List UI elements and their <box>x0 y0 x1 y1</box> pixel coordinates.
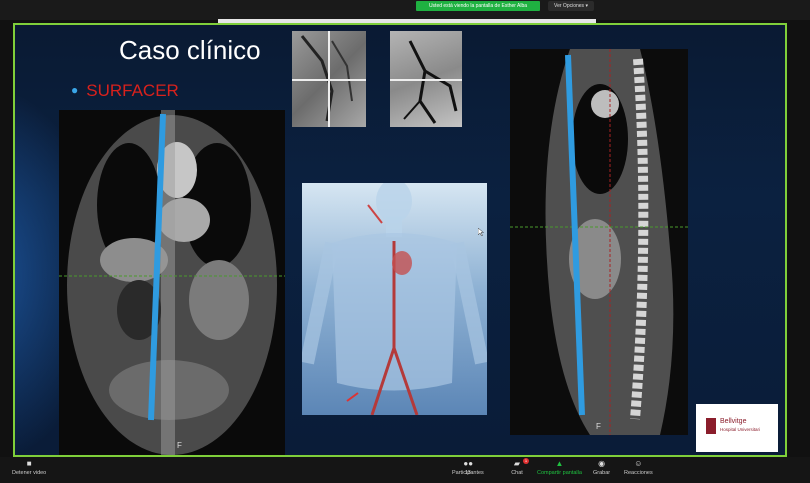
meeting-toolbar: ■ Detener video ●● 13 Participantes ▰ 1 … <box>0 457 810 483</box>
chat-icon: ▰ <box>513 459 521 468</box>
record-button[interactable]: ◉ Grabar <box>593 459 611 477</box>
shared-slide: Caso clínico ● SURFACER F F Bellvitge Ho… <box>13 23 787 457</box>
record-icon: ◉ <box>598 459 606 468</box>
participants-button[interactable]: ●● 13 Participantes <box>452 459 484 477</box>
bullet-dot-icon: ● <box>71 83 79 97</box>
angiography-image-right <box>390 31 462 127</box>
vascular-anatomy-illustration <box>302 183 487 415</box>
share-status-banner: Usted está viendo la pantalla de Esther … <box>416 1 540 11</box>
view-options-button[interactable]: Ver Opciones ▾ <box>548 1 594 11</box>
share-screen-label: Compartir pantalla <box>537 470 582 476</box>
chat-label: Chat <box>511 470 523 476</box>
hospital-logo-text: Bellvitge Hospital Universitari <box>720 418 760 434</box>
reactions-button[interactable]: ☺ Reacciones <box>624 459 653 477</box>
stop-video-button[interactable]: ■ Detener video <box>12 459 47 477</box>
reactions-label: Reacciones <box>624 470 653 476</box>
logo-line-2: Hospital Universitari <box>720 427 761 432</box>
coronal-marker: F <box>177 441 182 450</box>
ct-sagittal-image: F <box>510 49 688 435</box>
mouse-cursor-icon <box>478 228 484 236</box>
record-label: Grabar <box>593 470 611 476</box>
angiography-image-left <box>292 31 366 127</box>
share-screen-icon: ▲ <box>555 459 564 468</box>
slide-bullet: ● SURFACER <box>71 81 179 101</box>
ct-sagittal-drawing: F <box>510 49 688 435</box>
slide-title: Caso clínico <box>119 35 261 65</box>
video-camera-icon: ■ <box>26 459 32 468</box>
ct-coronal-image: F <box>59 110 285 455</box>
reactions-icon: ☺ <box>634 459 643 468</box>
view-options-label: Ver Opciones <box>554 3 585 9</box>
angio-left-drawing <box>292 31 366 127</box>
angio-right-drawing <box>390 40 462 124</box>
bullet-text: SURFACER <box>86 81 179 100</box>
top-bar: Usted está viendo la pantalla de Esther … <box>0 0 810 20</box>
anatomy-drawing <box>302 183 487 415</box>
sagittal-marker: F <box>596 422 601 431</box>
hospital-logo: Bellvitge Hospital Universitari <box>696 404 778 452</box>
share-screen-button[interactable]: ▲ Compartir pantalla <box>537 459 582 477</box>
chat-badge: 1 <box>523 458 529 464</box>
chat-button[interactable]: ▰ 1 Chat <box>509 458 529 476</box>
participants-label: Participantes <box>452 470 484 476</box>
ct-coronal-drawing: F <box>59 110 285 455</box>
hospital-logo-mark-icon <box>706 418 716 434</box>
stop-video-label: Detener video <box>12 470 47 476</box>
participants-icon: ●● 13 <box>463 459 474 477</box>
logo-line-1: Bellvitge <box>720 418 747 425</box>
